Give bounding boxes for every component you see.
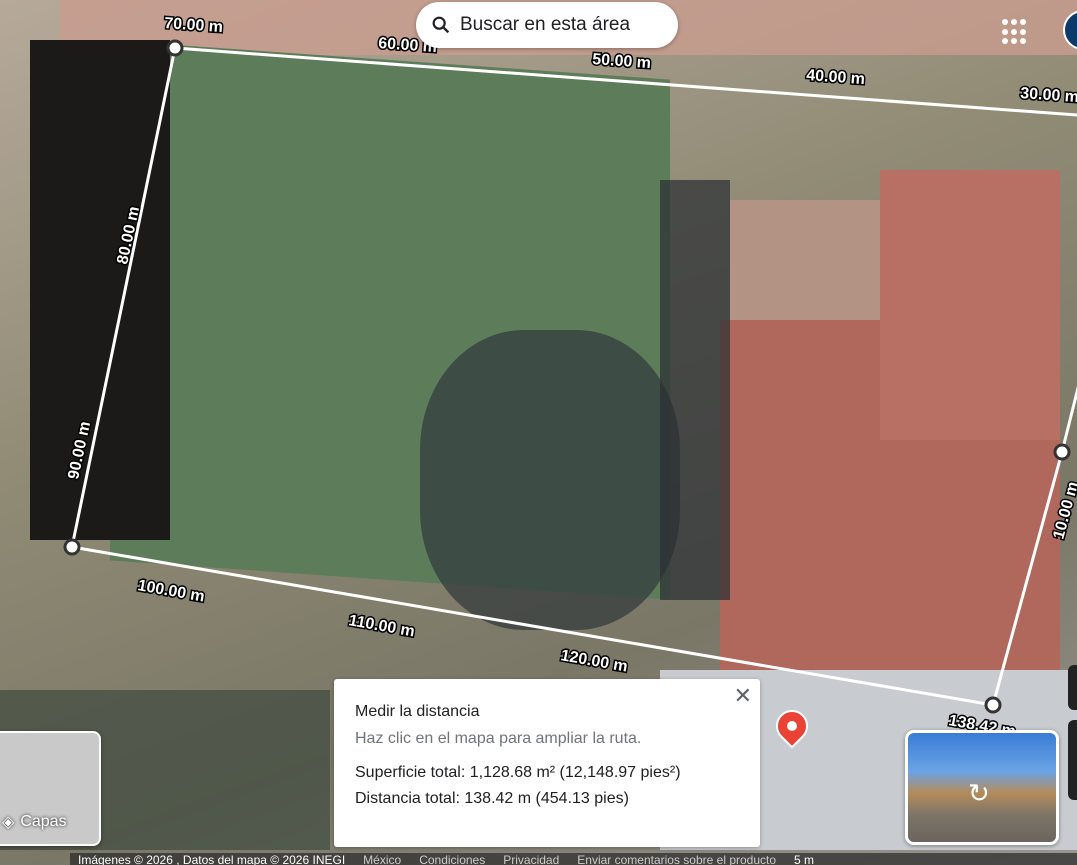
distance-label: 70.00 m: [164, 15, 224, 36]
apps-grid-icon[interactable]: [1002, 19, 1028, 45]
measure-line: [70, 46, 1077, 707]
distance-label: 30.00 m: [1020, 85, 1077, 106]
attribution: Imágenes © 2026 , Datos del mapa © 2026 …: [78, 853, 346, 865]
rotate-360-icon: ↻: [968, 778, 990, 808]
distance-label: 120.00 m: [559, 647, 629, 675]
layers-icon: ◈: [2, 814, 15, 831]
search-this-area-label: Buscar en esta área: [460, 14, 631, 35]
map-control-button[interactable]: [1068, 665, 1077, 710]
panel-hint: Haz clic en el mapa para ampliar la ruta…: [355, 730, 642, 747]
search-this-area-button[interactable]: Buscar en esta área: [416, 2, 678, 48]
measure-distance-panel: ✕ Medir la distancia Haz clic en el mapa…: [334, 679, 760, 847]
street-view-thumbnail[interactable]: ↻: [905, 730, 1059, 845]
distance-label: 100.00 m: [136, 577, 206, 605]
layers-button[interactable]: ◈ Capas: [0, 731, 101, 846]
distance-label: 80.00 m: [114, 205, 143, 266]
zoom-control[interactable]: [1068, 720, 1077, 800]
total-area: Superficie total: 1,128.68 m² (12,148.97…: [355, 764, 681, 781]
distance-label: 10.00 m: [1050, 480, 1077, 541]
total-distance: Distancia total: 138.42 m (454.13 pies): [355, 790, 629, 807]
panel-title: Medir la distancia: [355, 703, 480, 720]
layers-label: Capas: [20, 813, 67, 830]
map-footer: Imágenes © 2026 , Datos del mapa © 2026 …: [70, 853, 1077, 865]
terms-link[interactable]: Condiciones: [419, 853, 485, 865]
measure-vertex[interactable]: [984, 696, 1002, 714]
feedback-link[interactable]: Enviar comentarios sobre el producto: [577, 853, 776, 865]
measure-vertex[interactable]: [1053, 443, 1071, 461]
distance-label: 110.00 m: [347, 612, 416, 640]
distance-label: 50.00 m: [592, 51, 652, 72]
measure-vertex[interactable]: [166, 39, 184, 57]
privacy-link[interactable]: Privacidad: [503, 853, 559, 865]
close-icon[interactable]: ✕: [734, 683, 752, 709]
scale-bar[interactable]: 5 m: [794, 853, 814, 865]
country-link[interactable]: México: [363, 853, 401, 865]
distance-label: 90.00 m: [65, 420, 94, 481]
distance-label: 40.00 m: [806, 67, 866, 88]
search-icon: [432, 16, 450, 34]
measure-vertex[interactable]: [63, 538, 81, 556]
